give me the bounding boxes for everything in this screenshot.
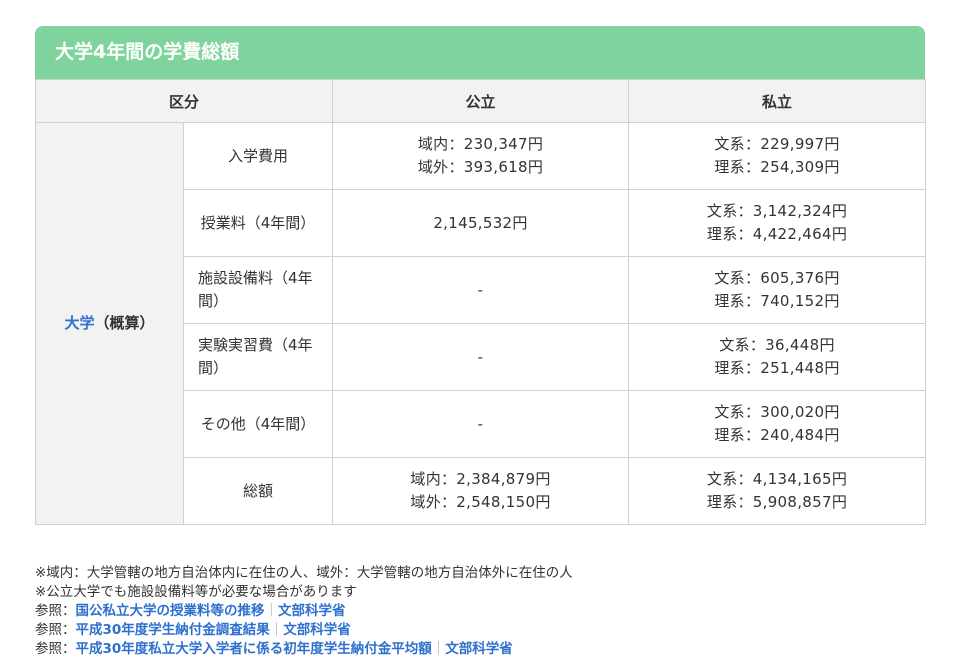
row-label-cell: 授業料（4年間） [182, 189, 334, 257]
row-label: 総額 [243, 481, 274, 500]
public-value: 域内：2,384,879円 [410, 470, 551, 488]
private-value: 理系：254,309円 [714, 158, 840, 176]
reference-line: 参照：平成30年度私立大学入学者に係る初年度学生納付金平均額｜文部科学省 [35, 640, 925, 659]
row-label-cell: 実験実習費（4年間） [182, 323, 334, 391]
reference-line: 参照：平成30年度学生納付金調査結果｜文部科学省 [35, 621, 925, 640]
public-value-cell: - [332, 256, 630, 324]
row-label-cell: 入学費用 [182, 122, 334, 190]
table-row: 大学（概算） 入学費用 域内：230,347円 域外：393,618円 文系：2… [35, 122, 927, 525]
private-value-cell: 文系：605,376円 理系：740,152円 [628, 256, 927, 324]
private-value-cell: 文系：229,997円 理系：254,309円 [628, 122, 927, 190]
private-value: 理系：740,152円 [714, 292, 840, 310]
reference-title-link[interactable]: 平成30年度私立大学入学者に係る初年度学生納付金平均額 [76, 641, 432, 657]
private-value: 理系：251,448円 [714, 359, 840, 377]
row-label: 施設設備料（4年間） [198, 269, 313, 310]
public-value: - [477, 347, 484, 366]
footnote: ※公立大学でも施設設備料等が必要な場合があります [35, 584, 357, 600]
header-public: 公立 [332, 79, 630, 123]
reference-prefix: 参照： [35, 622, 76, 638]
public-value-cell: 域内：2,384,879円 域外：2,548,150円 [332, 457, 630, 525]
private-value: 理系：5,908,857円 [706, 493, 848, 511]
row-label-cell: その他（4年間） [182, 390, 334, 458]
category-note: （概算） [94, 314, 155, 332]
private-value-cell: 文系：300,020円 理系：240,484円 [628, 390, 927, 458]
private-value-cell: 文系：4,134,165円 理系：5,908,857円 [628, 457, 927, 525]
reference-separator: ｜ [264, 603, 279, 619]
row-label: 入学費用 [228, 146, 289, 165]
reference-line: 参照：国公私立大学の授業料等の推移｜文部科学省 [35, 602, 925, 621]
reference-source-link[interactable]: 文部科学省 [283, 622, 351, 638]
footnote: ※域内：大学管轄の地方自治体内に在住の人、域外：大学管轄の地方自治体外に在住の人 [35, 565, 573, 581]
table-title-bar: 大学4年間の学費総額 [35, 26, 925, 79]
reference-separator: ｜ [431, 641, 446, 657]
tuition-table-section: 大学4年間の学費総額 区分 公立 私立 大学（概算） 入学費用 域内：230,3… [34, 26, 927, 525]
private-value: 文系：229,997円 [714, 135, 840, 153]
public-value: - [477, 414, 484, 433]
category-cell: 大学（概算） [35, 122, 184, 525]
reference-prefix: 参照： [35, 603, 76, 619]
private-value: 理系：240,484円 [714, 426, 840, 444]
public-value: 域外：2,548,150円 [410, 493, 551, 511]
reference-title-link[interactable]: 平成30年度学生納付金調査結果 [76, 622, 270, 638]
private-value: 文系：605,376円 [714, 269, 840, 287]
footnotes: ※域内：大学管轄の地方自治体内に在住の人、域外：大学管轄の地方自治体外に在住の人… [35, 564, 925, 659]
public-value-cell: - [332, 390, 630, 458]
reference-separator: ｜ [269, 622, 284, 638]
public-value: 2,145,532円 [433, 213, 528, 232]
private-value-cell: 文系：3,142,324円 理系：4,422,464円 [628, 189, 927, 257]
private-value: 文系：4,134,165円 [706, 470, 848, 488]
tuition-table: 区分 公立 私立 大学（概算） 入学費用 域内：230,347円 域外：393,… [34, 79, 927, 525]
reference-title-link[interactable]: 国公私立大学の授業料等の推移 [76, 603, 265, 619]
header-private: 私立 [628, 79, 927, 123]
row-label-cell: 総額 [182, 457, 334, 525]
row-label-cell: 施設設備料（4年間） [182, 256, 334, 324]
private-value: 文系：36,448円 [719, 336, 835, 354]
university-link[interactable]: 大学 [64, 314, 94, 332]
row-label: その他（4年間） [200, 414, 316, 433]
public-value: 域内：230,347円 [417, 135, 544, 153]
reference-source-link[interactable]: 文部科学省 [278, 603, 346, 619]
table-header-row: 区分 公立 私立 [34, 79, 927, 123]
reference-source-link[interactable]: 文部科学省 [445, 641, 513, 657]
public-value-cell: 2,145,532円 [332, 189, 630, 257]
reference-prefix: 参照： [35, 641, 76, 657]
public-value-cell: - [332, 323, 630, 391]
header-category: 区分 [34, 79, 334, 123]
private-value: 理系：4,422,464円 [706, 225, 848, 243]
public-value-cell: 域内：230,347円 域外：393,618円 [332, 122, 630, 190]
private-value-cell: 文系：36,448円 理系：251,448円 [628, 323, 927, 391]
row-label: 授業料（4年間） [200, 213, 316, 232]
table-title: 大学4年間の学費総額 [55, 41, 240, 63]
public-value: 域外：393,618円 [417, 158, 544, 176]
private-value: 文系：300,020円 [714, 403, 840, 421]
public-value: - [477, 280, 484, 299]
row-label: 実験実習費（4年間） [198, 336, 313, 377]
private-value: 文系：3,142,324円 [706, 202, 848, 220]
